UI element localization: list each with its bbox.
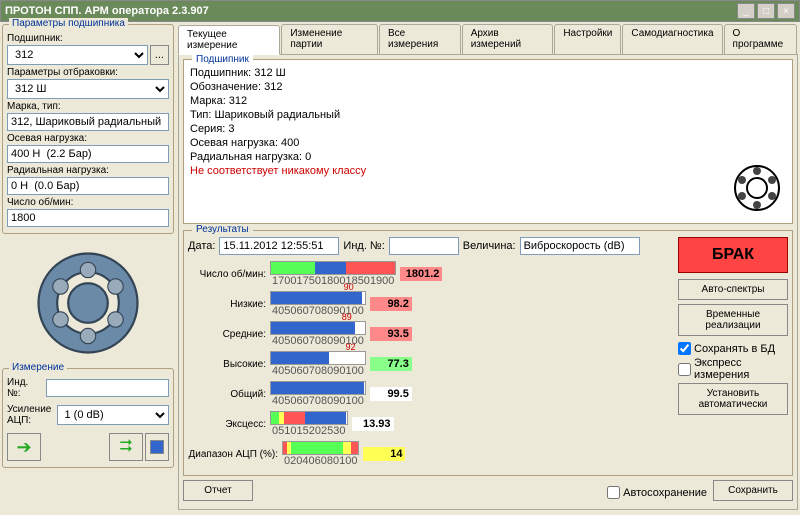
bar-value: 99.5 [370, 387, 412, 401]
brand-field[interactable] [7, 113, 169, 131]
results-title: Результаты [192, 224, 253, 235]
bearing-label: Подшипник: [7, 33, 169, 44]
info-line: Тип: Шариковый радиальный [190, 108, 786, 122]
auto-spectra-button[interactable]: Авто-спектры [678, 279, 788, 300]
gain-select[interactable]: 1 (0 dB) [57, 405, 170, 425]
set-auto-button[interactable]: Установить автоматически [678, 383, 788, 415]
bar-value: 77.3 [370, 357, 412, 371]
ind-label2: Инд. №: [343, 240, 384, 252]
ind-field[interactable] [46, 379, 169, 397]
row-label: Общий: [188, 389, 266, 400]
ind-field2[interactable] [389, 237, 459, 255]
tab-diag[interactable]: Самодиагностика [622, 24, 722, 54]
window-title: ПРОТОН СПП. АРМ оператора 2.3.907 [5, 5, 735, 17]
brand-label: Марка, тип: [7, 101, 169, 112]
bar-value: 98.2 [370, 297, 412, 311]
double-arrow-icon: ⮆ [120, 438, 133, 456]
verdict-badge: БРАК [678, 237, 788, 273]
maximize-button[interactable]: □ [757, 3, 775, 19]
reject-select[interactable]: 312 Ш [7, 79, 169, 99]
minimize-button[interactable]: _ [737, 3, 755, 19]
info-line: Радиальная нагрузка: 0 [190, 150, 786, 164]
info-line: Не соответствует никакому классу [190, 164, 786, 178]
row-label: Диапазон АЦП (%): [188, 449, 278, 460]
gain-label: Усиление АЦП: [7, 404, 55, 426]
reject-label: Параметры отбраковки: [7, 67, 169, 78]
bar-value: 1801.2 [400, 267, 442, 281]
tab-archive[interactable]: Архив измерений [462, 24, 554, 54]
val-field[interactable] [520, 237, 640, 255]
report-button[interactable]: Отчет [183, 480, 253, 501]
bar-excess [270, 411, 348, 425]
meas-title: Измерение [9, 362, 67, 373]
express-checkbox[interactable]: Экспресс измерения [678, 357, 788, 381]
bar-value: 13.93 [352, 417, 394, 431]
info-line: Подшипник: 312 Ш [190, 66, 786, 80]
bar-value: 93.5 [370, 327, 412, 341]
tab-bar: Текущее измерение Изменение партии Все и… [178, 24, 798, 55]
rpm-field[interactable] [7, 209, 169, 227]
bearing-select[interactable]: 312 [7, 45, 148, 65]
bar-low: 90 [270, 291, 366, 305]
date-field[interactable] [219, 237, 339, 255]
radial-field[interactable] [7, 177, 169, 195]
bar-value: 14 [363, 447, 405, 461]
row-label: Число об/мин: [188, 269, 266, 280]
rpm-label: Число об/мин: [7, 197, 169, 208]
row-label: Эксцесс: [188, 419, 266, 430]
info-line: Серия: 3 [190, 122, 786, 136]
save-button[interactable]: Сохранить [713, 480, 793, 501]
date-label: Дата: [188, 240, 215, 252]
arrow-right-icon: ➔ [16, 437, 31, 458]
tab-batch[interactable]: Изменение партии [281, 24, 378, 54]
row-label: Высокие: [188, 359, 266, 370]
time-real-button[interactable]: Временные реализации [678, 304, 788, 336]
bearing-icon [732, 163, 782, 213]
tab-all[interactable]: Все измерения [379, 24, 461, 54]
bar-rpm [270, 261, 396, 275]
save-db-checkbox[interactable]: Сохранять в БД [678, 342, 788, 355]
forward-button[interactable]: ⮆ [109, 433, 143, 461]
stop-icon [150, 440, 164, 454]
info-line: Осевая нагрузка: 400 [190, 136, 786, 150]
info-line: Обозначение: 312 [190, 80, 786, 94]
tab-current[interactable]: Текущее измерение [178, 25, 280, 55]
val-label: Величина: [463, 240, 516, 252]
close-button[interactable]: × [777, 3, 795, 19]
params-title: Параметры подшипника [9, 18, 128, 29]
info-line: Марка: 312 [190, 94, 786, 108]
axial-field[interactable] [7, 145, 169, 163]
stop-button[interactable] [145, 433, 169, 461]
info-title: Подшипник [192, 55, 253, 67]
row-label: Низкие: [188, 299, 266, 310]
row-label: Средние: [188, 329, 266, 340]
bar-total [270, 381, 366, 395]
axial-label: Осевая нагрузка: [7, 133, 169, 144]
bar-adc [282, 441, 359, 455]
bar-high: 92 [270, 351, 366, 365]
ind-label: Инд. №: [7, 377, 44, 399]
autosave-checkbox[interactable]: Автосохранение [607, 486, 707, 499]
tab-about[interactable]: О программе [724, 24, 797, 54]
radial-label: Радиальная нагрузка: [7, 165, 169, 176]
tab-settings[interactable]: Настройки [554, 24, 621, 54]
bearing-image [2, 238, 174, 368]
bar-mid: 89 [270, 321, 366, 335]
prev-button[interactable]: ➔ [7, 433, 41, 461]
bearing-browse-button[interactable]: ... [150, 45, 169, 65]
